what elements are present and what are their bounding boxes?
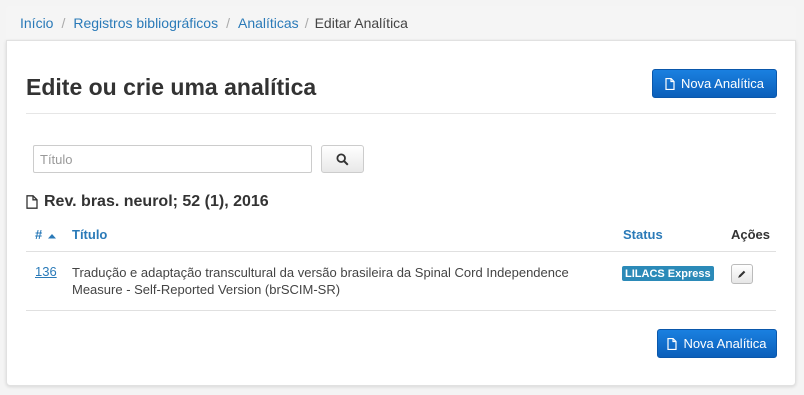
- column-header-actions: Ações: [731, 227, 771, 242]
- main-panel: Edite ou crie uma analítica Nova Analíti…: [6, 40, 796, 386]
- page-title: Edite ou crie uma analítica: [26, 74, 317, 100]
- header-divider: [26, 113, 776, 114]
- column-id-label: #: [35, 227, 43, 242]
- pencil-icon: [738, 270, 746, 278]
- table-header-divider: [26, 251, 776, 252]
- new-analytic-label: Nova Analítica: [683, 336, 767, 351]
- table-bottom-divider: [26, 310, 776, 311]
- new-analytic-button-bottom[interactable]: Nova Analítica: [657, 329, 777, 358]
- edit-button[interactable]: [731, 264, 753, 284]
- column-header-title[interactable]: Título: [72, 227, 107, 242]
- breadcrumb-current: Editar Analítica: [314, 14, 408, 31]
- breadcrumb-inicio[interactable]: Início: [20, 15, 53, 31]
- file-icon: [667, 337, 678, 350]
- breadcrumb-separator: /: [226, 14, 230, 31]
- row-id-link[interactable]: 136: [35, 264, 57, 279]
- breadcrumb-separator: /: [304, 14, 309, 31]
- breadcrumb-registros[interactable]: Registros bibliográficos: [73, 15, 218, 31]
- breadcrumb-separator: /: [61, 14, 66, 31]
- breadcrumb-analiticas[interactable]: Analíticas: [238, 15, 299, 31]
- issue-heading: Rev. bras. neurol; 52 (1), 2016: [26, 193, 269, 211]
- status-badge: LILACS Express: [622, 266, 714, 281]
- search-icon: [336, 152, 349, 166]
- search-button[interactable]: [321, 145, 364, 173]
- file-icon: [665, 77, 675, 90]
- breadcrumb: Início / Registros bibliográficos / Anal…: [6, 6, 796, 39]
- row-title: Tradução e adaptação transcultural da ve…: [72, 265, 569, 297]
- issue-title: Rev. bras. neurol; 52 (1), 2016: [44, 193, 269, 210]
- file-icon: [26, 195, 38, 209]
- title-search-input[interactable]: [33, 145, 312, 173]
- new-analytic-label: Nova Analítica: [680, 76, 765, 91]
- column-header-status[interactable]: Status: [623, 227, 663, 242]
- caret-up-icon: [47, 234, 56, 239]
- column-header-id[interactable]: #: [35, 227, 56, 242]
- new-analytic-button[interactable]: Nova Analítica: [652, 69, 777, 98]
